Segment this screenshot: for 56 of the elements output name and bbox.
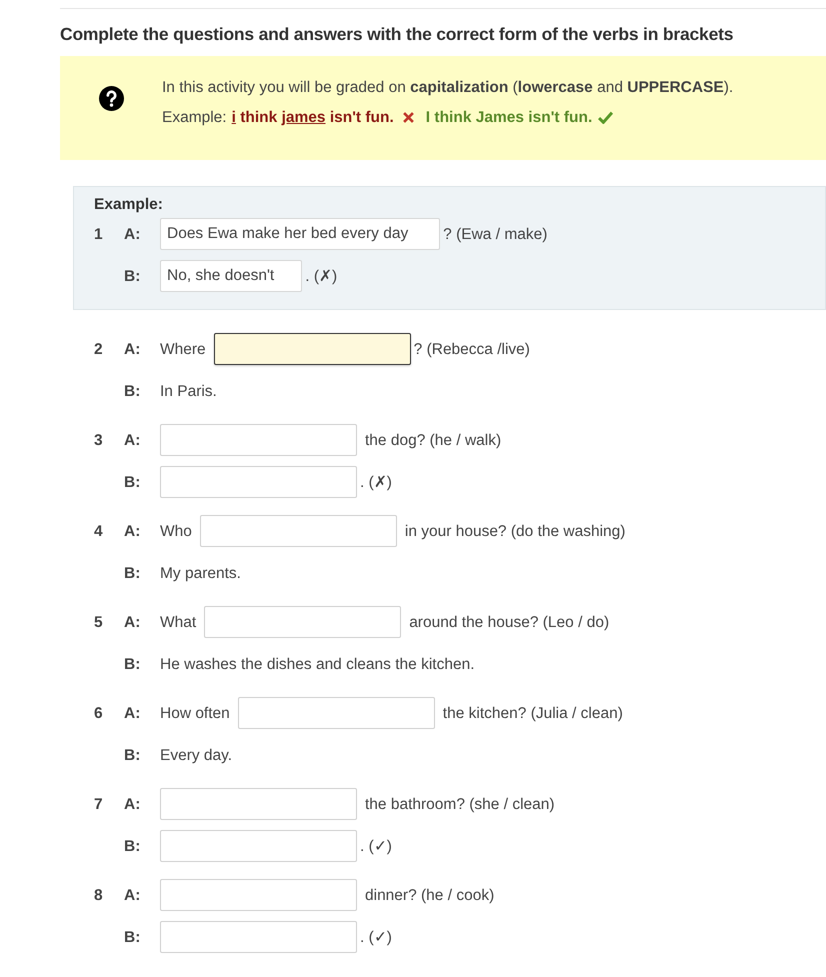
speaker-label: B: [124,656,140,673]
example-label: Example: [162,108,227,128]
speaker-label: A: [124,704,140,722]
sentence-text: How often [160,704,230,724]
sentence-text: What [160,612,196,633]
question-number: 4 [94,522,103,540]
speaker-label: B: [124,564,140,582]
answer-field[interactable] [214,333,411,366]
help-icon [98,86,124,112]
question-number: 3 [94,432,103,449]
cross-icon [402,112,414,124]
speaker-label: A: [124,340,140,358]
sentence-text: ? (Ewa / make) [443,224,548,245]
speaker-label: B: [124,474,140,491]
answer-field[interactable]: No, she doesn't [160,260,302,292]
sentence-text: In Paris. [160,382,217,402]
question-number: 8 [94,886,103,904]
sentence-text: . (✓) [360,928,392,948]
question-number: 2 [94,340,103,358]
notice-text: In this activity you will be graded on capitalization (lowercase and UPPERCASE). [162,78,734,98]
sentence-text: the kitchen? (Julia / clean) [442,704,623,724]
answer-field[interactable]: Does Ewa make her bed every day [160,218,440,250]
question-number: 5 [94,614,103,631]
sentence-text: . (✓) [360,836,392,857]
sentence-text: around the house? (Leo / do) [409,612,610,633]
speaker-label: B: [124,928,140,946]
speaker-label: A: [124,226,140,243]
speaker-label: B: [124,382,140,400]
sentence-text: in your house? (do the washing) [404,522,626,542]
speaker-label: B: [124,268,140,285]
sentence-text: He washes the dishes and cleans the kitchen. [160,654,474,675]
sentence-text: Every day. [160,746,232,766]
sentence-text: ? (Rebecca /live) [414,340,530,360]
sentence-text: dinner? (he / cook) [365,886,494,906]
exercise-title: Complete the questions and answers with the correct form of the verbs in brackets [60,23,734,46]
question-number: 6 [94,704,103,722]
question-number: 7 [94,796,103,813]
correct-example: I think James isn't fun. [426,108,592,128]
speaker-label: A: [124,614,140,631]
speaker-label: B: [124,746,140,764]
speaker-label: A: [124,886,140,904]
speaker-label: B: [124,838,140,855]
speaker-label: A: [124,796,140,813]
sentence-text: the bathroom? (she / clean) [365,794,555,815]
speaker-label: A: [124,432,140,449]
sentence-text: Where [160,340,206,360]
sentence-text: . (✗) [360,472,392,493]
question-number: 1 [94,226,103,243]
sentence-text: the dog? (he / walk) [365,430,502,451]
sentence-text: Who [160,522,192,542]
incorrect-example: i think james isn't fun. [232,108,394,128]
check-icon [598,111,614,124]
sentence-text: My parents. [160,564,241,584]
speaker-label: A: [124,522,140,540]
sentence-text: . (✗) [305,266,338,287]
example-heading: Example: [94,197,164,214]
